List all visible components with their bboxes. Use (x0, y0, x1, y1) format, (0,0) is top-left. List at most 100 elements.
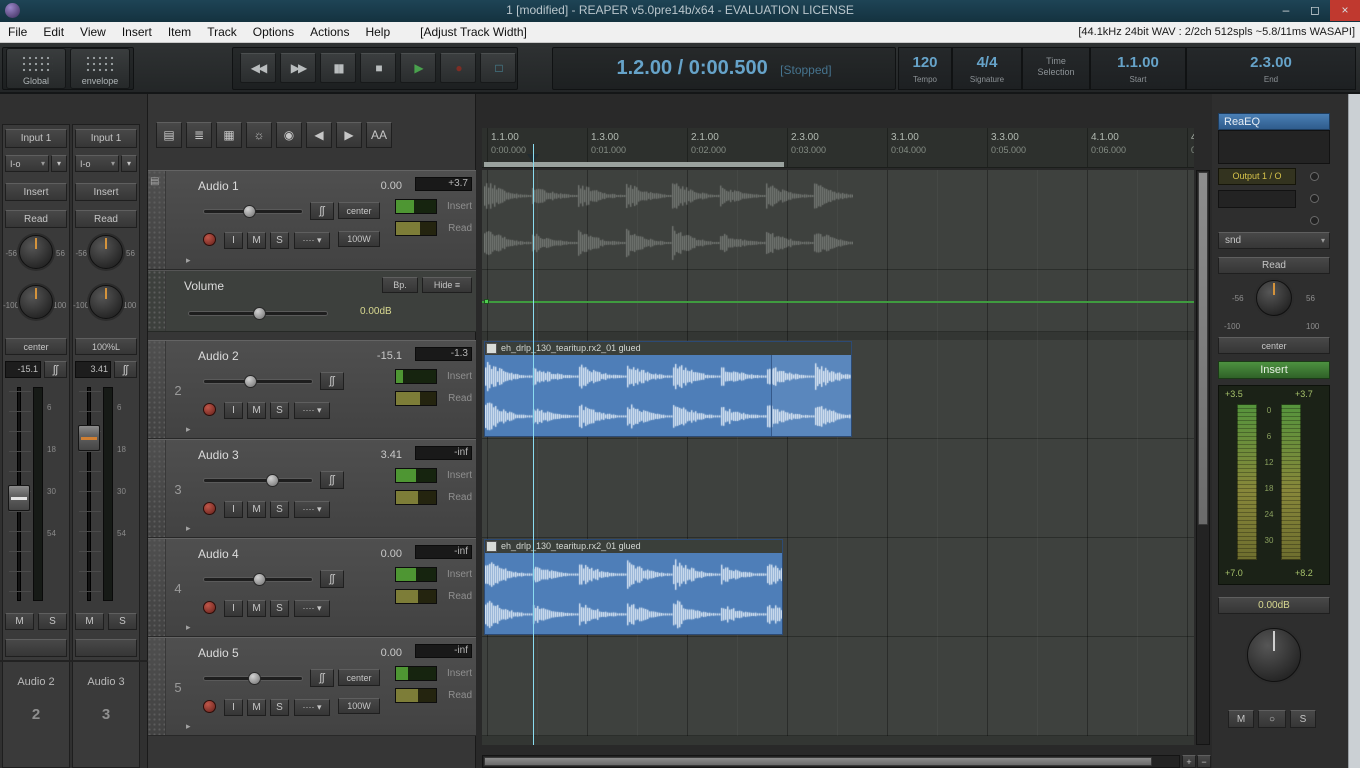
track-panel-audio-2[interactable]: 2 Audio 2 -15.1 -1.3 ʃʃ I M S ···· ▾ Insert Read ▸ (148, 340, 476, 439)
volume-slider-thumb[interactable] (243, 205, 256, 218)
master-volume-button[interactable]: 0.00dB (1218, 597, 1330, 614)
record-arm-button[interactable] (203, 700, 216, 713)
input-button[interactable]: Input 1 (75, 129, 137, 148)
mute-button[interactable]: M (75, 613, 104, 630)
selection-start-cell[interactable]: 1.1.00 Start (1090, 47, 1186, 90)
transport-pause-button[interactable]: ▮▮ (320, 53, 356, 83)
envelope-grip[interactable] (148, 271, 166, 331)
master-insert-button[interactable]: Insert (1218, 361, 1330, 379)
track-routing-button[interactable]: ···· ▾ (294, 402, 330, 419)
strip-fx-button[interactable]: ʃʃ (114, 361, 137, 378)
track-insert-label[interactable]: Insert (440, 569, 472, 580)
track-mute-button[interactable]: M (247, 402, 266, 419)
track-grip[interactable] (148, 440, 166, 537)
track-expand-icon[interactable]: ▸ (186, 721, 191, 732)
tcp-auto-arm-button[interactable]: AA (366, 122, 392, 148)
track-solo-button[interactable]: S (270, 699, 289, 716)
io-dropdown[interactable]: I-o ▾ (5, 155, 49, 172)
envelope-slider-thumb[interactable] (253, 307, 266, 320)
transport-record-button[interactable]: ● (440, 53, 476, 83)
menu-view[interactable]: View (72, 22, 114, 42)
track-solo-button[interactable]: S (270, 600, 289, 617)
transport-play-button[interactable]: ▶ (400, 53, 436, 83)
track-volume-slider[interactable] (203, 205, 303, 218)
track-mute-button[interactable]: M (247, 699, 266, 716)
read-button[interactable]: Read (75, 210, 137, 228)
track-grip[interactable] (148, 638, 166, 735)
mixer-track-name[interactable]: Audio 2 (2, 676, 70, 688)
track-fx-button[interactable]: ʃʃ (320, 471, 344, 489)
media-item-2[interactable]: eh_drlp_130_tearitup.rx2_01 glued (484, 539, 783, 635)
record-arm-button[interactable] (203, 601, 216, 614)
window-edge-scrollbar[interactable] (1348, 94, 1360, 768)
track-pan-button[interactable]: center (338, 669, 380, 686)
io-arrow-button[interactable]: ▾ (51, 155, 67, 172)
menu-help[interactable]: Help (357, 22, 398, 42)
hscrollbar-thumb[interactable] (484, 757, 1152, 766)
pan-mode-button[interactable]: 100%L (75, 338, 137, 355)
hardware-out-slot[interactable] (1218, 190, 1296, 208)
track-pan-button[interactable]: center (338, 202, 380, 219)
track-panel-audio-5[interactable]: 5 Audio 5 0.00 -inf ʃʃ center 100W I M S ···· ▾ Ins… (148, 637, 476, 736)
menu-track[interactable]: Track (199, 22, 245, 42)
fader-handle[interactable] (78, 425, 100, 451)
track-fx-button[interactable]: ʃʃ (320, 570, 344, 588)
track-input-button[interactable]: I (224, 699, 243, 716)
envelope-bypass-button[interactable]: Bp. (382, 277, 418, 293)
master-pan-mode-button[interactable]: center (1218, 337, 1330, 354)
master-pan-knob[interactable] (1256, 280, 1292, 316)
tempo-cell[interactable]: 120 Tempo (898, 47, 952, 90)
titlebar[interactable]: 1 [modified] - REAPER v5.0pre14b/x64 - E… (0, 0, 1360, 22)
insert-button[interactable]: Insert (75, 183, 137, 201)
item-properties-icon[interactable] (486, 541, 497, 552)
width-knob[interactable] (19, 285, 53, 319)
input-button[interactable]: Input 1 (5, 129, 67, 148)
track-read-label[interactable]: Read (440, 393, 472, 404)
send-dropdown[interactable]: snd ▾ (1218, 232, 1330, 249)
track-name[interactable]: Audio 4 (198, 547, 239, 561)
io-dropdown[interactable]: I-o ▾ (75, 155, 119, 172)
track-routing-button[interactable]: ···· ▾ (294, 600, 330, 617)
track-width-button[interactable]: 100W (338, 698, 380, 714)
track-solo-button[interactable]: S (270, 501, 289, 518)
track-routing-button[interactable]: ···· ▾ (294, 501, 330, 518)
menu-adjusttrackwidth[interactable]: [Adjust Track Width] (412, 22, 535, 42)
track-mute-button[interactable]: M (247, 501, 266, 518)
master-meter[interactable]: +3.5 +3.7 0 6 12 18 24 30 +7.0 +8.2 (1218, 385, 1330, 585)
fx-chain-list[interactable] (1218, 130, 1330, 164)
tcp-prev-marker-icon[interactable]: ◀ (306, 122, 332, 148)
io-arrow-button[interactable]: ▾ (121, 155, 137, 172)
track-solo-button[interactable]: S (270, 402, 289, 419)
width-knob[interactable] (89, 285, 123, 319)
volume-slider-thumb[interactable] (253, 573, 266, 586)
route-radio-1[interactable] (1310, 172, 1319, 181)
minimize-button[interactable]: – (1272, 0, 1300, 21)
track-volume-slider[interactable] (203, 375, 313, 388)
zoom-in-button[interactable]: + (1182, 755, 1196, 768)
arrange-lanes[interactable]: eh_drlp_130_tearitup.rx2_01 glued eh_drlp… (482, 170, 1194, 745)
track-expand-icon[interactable]: ▸ (186, 523, 191, 534)
record-arm-button[interactable] (203, 233, 216, 246)
envelope-value-slider[interactable] (188, 307, 328, 320)
track-panel-audio-1[interactable]: ▤ Audio 1 0.00 +3.7 ʃʃ center 100W I M S ···· ▾ Ins… (148, 170, 476, 270)
tcp-next-marker-icon[interactable]: ▶ (336, 122, 362, 148)
track-name[interactable]: Audio 2 (198, 349, 239, 363)
track-expand-icon[interactable]: ▸ (186, 255, 191, 266)
toolbar-global-button[interactable]: Global (6, 48, 66, 89)
track-input-button[interactable]: I (224, 402, 243, 419)
solo-button[interactable]: S (38, 613, 67, 630)
menu-actions[interactable]: Actions (302, 22, 357, 42)
track-read-label[interactable]: Read (440, 223, 472, 234)
pan-mode-button[interactable]: center (5, 338, 67, 355)
play-cursor[interactable] (533, 144, 534, 745)
media-item-1[interactable]: eh_drlp_130_tearitup.rx2_01 glued (484, 341, 852, 437)
tcp-project-list-icon[interactable]: ≣ (186, 122, 212, 148)
transport-rewind-button[interactable]: ◀◀ (240, 53, 276, 83)
track-fx-button[interactable]: ʃʃ (310, 669, 334, 687)
volume-slider-thumb[interactable] (266, 474, 279, 487)
track-volume-slider[interactable] (203, 573, 313, 586)
selection-end-cell[interactable]: 2.3.00 End (1186, 47, 1356, 90)
track-input-button[interactable]: I (224, 600, 243, 617)
track-input-button[interactable]: I (224, 501, 243, 518)
track-routing-button[interactable]: ···· ▾ (294, 232, 330, 249)
